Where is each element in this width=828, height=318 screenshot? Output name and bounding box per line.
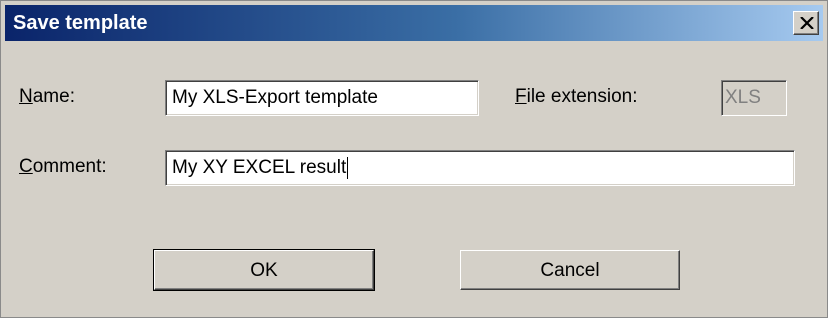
comment-label-mnemonic: C — [19, 156, 33, 177]
save-template-dialog: Save template Name: My XLS-Export templa… — [0, 0, 828, 318]
name-label-text: ame: — [32, 86, 75, 107]
comment-input[interactable]: My XY EXCEL result — [165, 150, 795, 186]
name-label-mnemonic: N — [19, 86, 33, 107]
ok-button[interactable]: OK — [153, 249, 375, 291]
close-icon — [800, 17, 814, 29]
comment-label: Comment: — [19, 155, 107, 179]
name-input[interactable]: My XLS-Export template — [165, 80, 479, 116]
close-button[interactable] — [793, 11, 819, 35]
title-bar[interactable]: Save template — [5, 5, 823, 41]
cancel-button[interactable]: Cancel — [460, 250, 680, 290]
comment-input-text: My XY EXCEL result — [172, 157, 347, 178]
text-caret — [347, 156, 349, 179]
file-extension-label-mnemonic: F — [515, 86, 527, 107]
comment-label-text: omment: — [32, 156, 107, 177]
file-extension-label: File extension: — [515, 85, 638, 109]
dialog-title: Save template — [13, 12, 148, 34]
name-label: Name: — [19, 85, 75, 109]
file-extension-input: XLS — [721, 80, 787, 116]
file-extension-label-text: ile extension: — [526, 86, 638, 107]
